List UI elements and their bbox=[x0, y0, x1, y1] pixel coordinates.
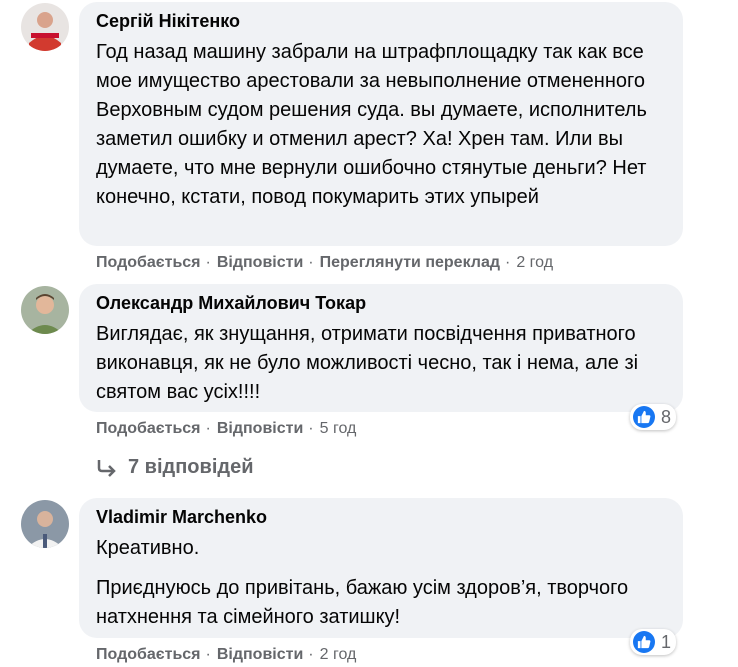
like-button[interactable]: Подобається bbox=[96, 254, 201, 271]
see-translation-button[interactable]: Переглянути переклад bbox=[320, 254, 500, 271]
like-reaction-icon bbox=[633, 406, 655, 428]
comment-author[interactable]: Vladimir Marchenko bbox=[96, 506, 667, 528]
reply-button[interactable]: Відповісти bbox=[217, 420, 303, 437]
reply-arrow-icon bbox=[97, 459, 116, 477]
avatar[interactable] bbox=[21, 500, 69, 548]
comment-author[interactable]: Сергій Нікітенко bbox=[96, 10, 667, 32]
comment-actions: Подобається · Відповісти · Переглянути перек… bbox=[96, 254, 554, 271]
comment-actions: Подобається · Відповісти · 5 год bbox=[96, 420, 357, 437]
reaction-count[interactable]: 1 bbox=[630, 629, 677, 655]
comment-author[interactable]: Олександр Михайлович Токар bbox=[96, 292, 667, 314]
comment-timestamp[interactable]: 2 год bbox=[320, 646, 357, 663]
comment-text: Виглядає, як знущання, отримати посвідче… bbox=[96, 323, 639, 403]
avatar[interactable] bbox=[21, 3, 69, 51]
like-button[interactable]: Подобається bbox=[96, 646, 201, 663]
reply-button[interactable]: Відповісти bbox=[217, 254, 303, 271]
comment-paragraph: Приєднуюсь до привітань, бажаю усім здор… bbox=[96, 577, 629, 628]
comment-bubble: Олександр Михайлович Токар Виглядає, як … bbox=[79, 284, 683, 412]
view-replies-label: 7 відповідей bbox=[128, 456, 254, 478]
reply-button[interactable]: Відповісти bbox=[217, 646, 303, 663]
reaction-count-value: 1 bbox=[661, 631, 672, 652]
comment-paragraph: Креативно. bbox=[96, 537, 200, 559]
comment-timestamp[interactable]: 5 год bbox=[320, 420, 357, 437]
like-button[interactable]: Подобається bbox=[96, 420, 201, 437]
comment-text: Креативно. Приєднуюсь до привітань, бажа… bbox=[96, 534, 667, 632]
avatar[interactable] bbox=[21, 286, 69, 334]
reaction-count[interactable]: 8 bbox=[630, 404, 677, 430]
comment-timestamp[interactable]: 2 год bbox=[516, 254, 553, 271]
like-reaction-icon bbox=[633, 631, 655, 653]
comment-text: Год назад машину забрали на штрафплощадк… bbox=[96, 41, 647, 208]
reaction-count-value: 8 bbox=[661, 406, 672, 427]
comment-actions: Подобається · Відповісти · 2 год bbox=[96, 646, 357, 663]
comment-bubble: Vladimir Marchenko Креативно. Приєднуюсь… bbox=[79, 498, 683, 638]
comment-bubble: Сергій Нікітенко Год назад машину забрал… bbox=[79, 2, 683, 246]
view-replies-link[interactable]: 7 відповідей bbox=[96, 456, 254, 479]
